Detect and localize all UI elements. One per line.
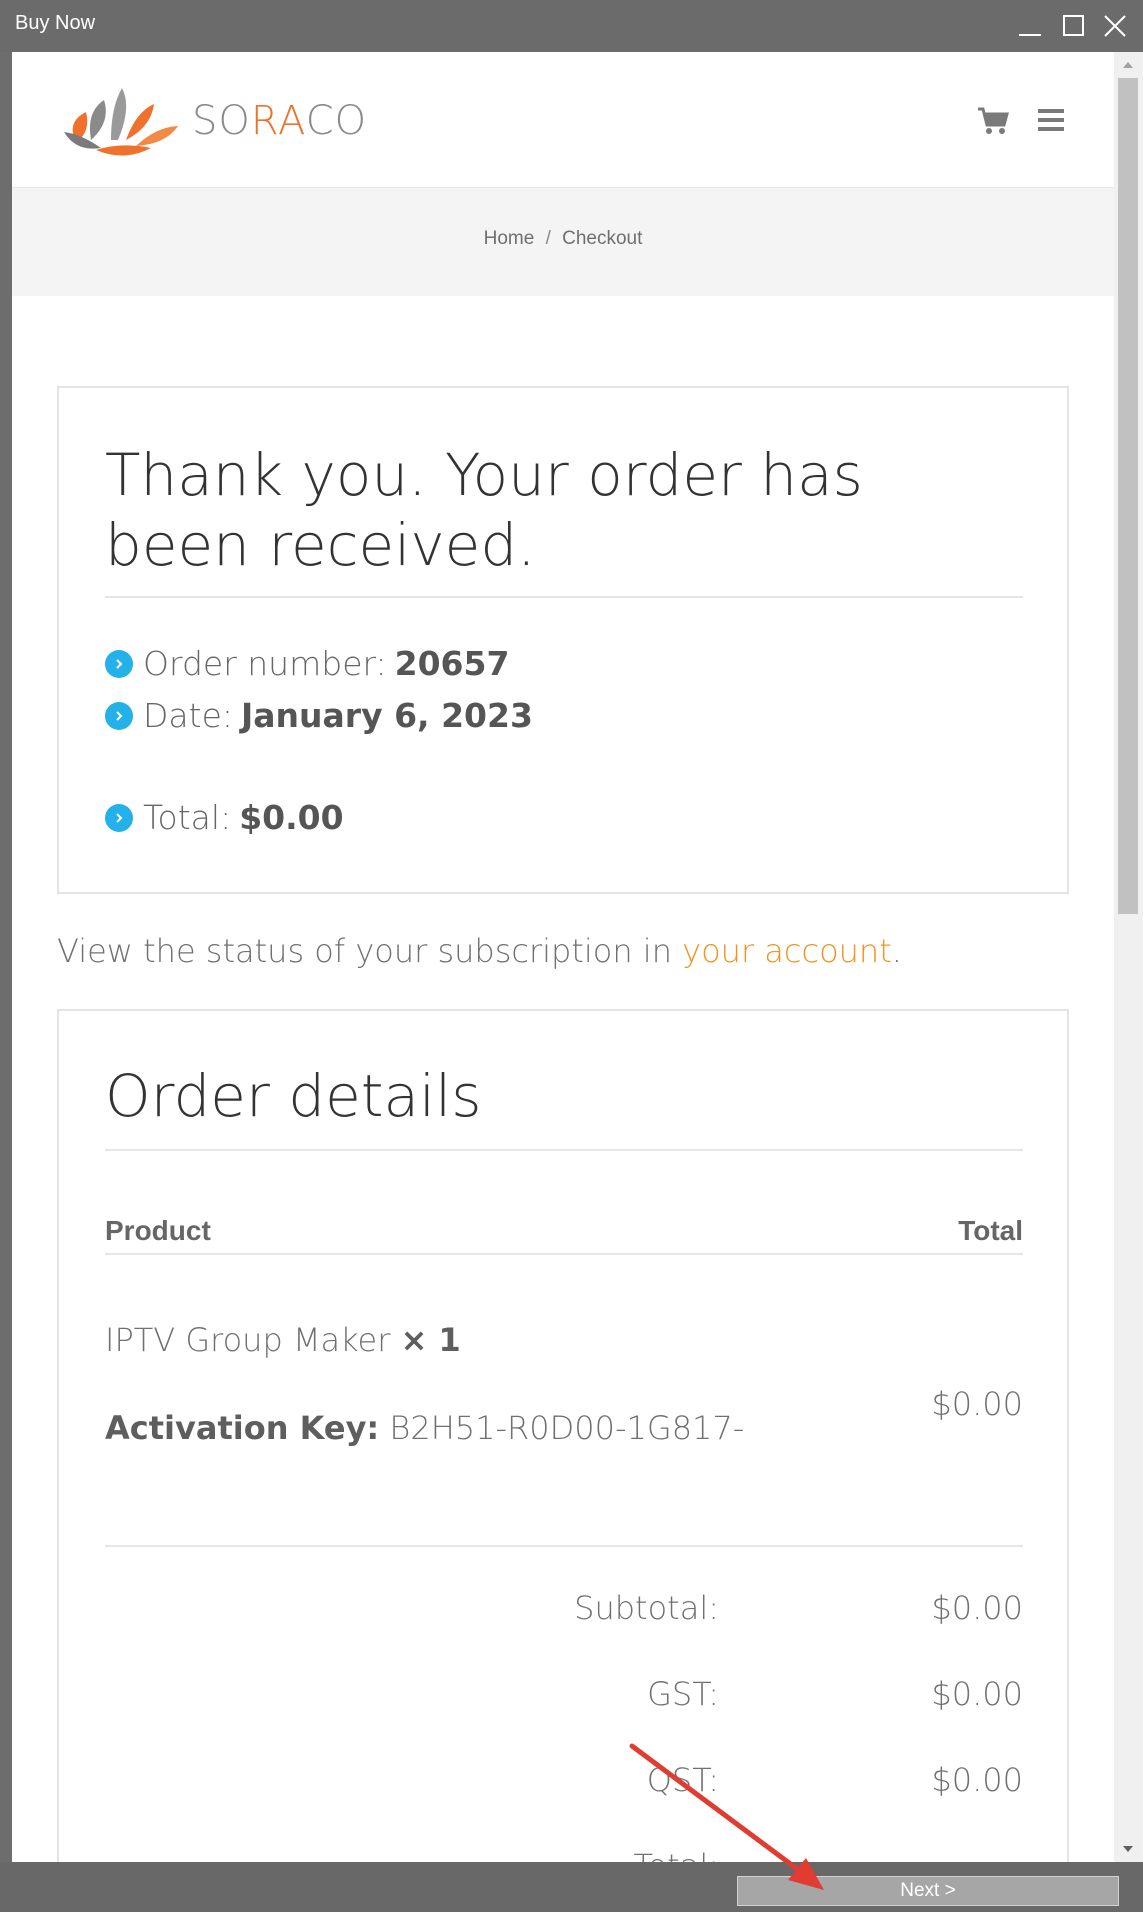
order-date: January 6, 2023: [241, 696, 533, 735]
subtotal-value: $0.00: [931, 1589, 1023, 1627]
total-column-header: Total: [958, 1215, 1023, 1246]
breadcrumb-home-link[interactable]: Home: [484, 228, 535, 249]
gst-label: GST:: [647, 1675, 719, 1713]
order-details-heading: Order details: [105, 1062, 482, 1130]
cart-icon[interactable]: [976, 106, 1010, 136]
subtotal-label: Subtotal:: [574, 1589, 719, 1627]
hamburger-menu-icon[interactable]: [1036, 106, 1066, 134]
web-viewport: SORACO Home / Checkout Thank you. Your o…: [12, 52, 1114, 1862]
breadcrumb-separator: /: [545, 228, 551, 249]
scrollbar-thumb[interactable]: [1118, 78, 1138, 914]
activation-key-row: Activation Key: B2H51-R0D00-1G817-: [105, 1409, 745, 1447]
qst-value: $0.00: [931, 1761, 1023, 1799]
order-details-box: Order details Product Total IPTV Group M…: [57, 1009, 1069, 1862]
subscription-status-text: View the status of your subscription in …: [57, 932, 902, 970]
qst-label: QST:: [646, 1761, 719, 1799]
breadcrumb: Home / Checkout: [12, 228, 1114, 250]
site-header: SORACO: [12, 52, 1114, 188]
date-row: Date: January 6, 2023: [105, 696, 533, 735]
item-total: $0.00: [931, 1385, 1023, 1423]
window-titlebar: Buy Now: [0, 0, 1143, 52]
scroll-down-arrow-icon[interactable]: [1122, 1842, 1134, 1854]
order-confirmation-box: Thank you. Your order has been received.…: [57, 386, 1069, 894]
order-number: 20657: [394, 644, 510, 683]
divider: [105, 1149, 1023, 1151]
minimize-icon[interactable]: [1012, 8, 1048, 44]
total-row: Total: $0.00: [105, 798, 344, 837]
breadcrumb-current: Checkout: [562, 228, 643, 249]
product-quantity: × 1: [400, 1321, 461, 1359]
next-button[interactable]: Next >: [737, 1876, 1119, 1906]
product-item: IPTV Group Maker × 1: [105, 1321, 461, 1359]
thank-you-heading: Thank you. Your order has been received.: [105, 441, 863, 579]
divider: [105, 1253, 1023, 1255]
vertical-scrollbar[interactable]: [1114, 52, 1143, 1862]
divider: [105, 596, 1023, 598]
soraco-logo[interactable]: SORACO: [56, 82, 376, 162]
logo-wordmark: SORACO: [192, 98, 368, 144]
chevron-right-icon: [105, 701, 133, 730]
order-number-row: Order number: 20657: [105, 644, 509, 683]
window-title: Buy Now: [15, 12, 96, 34]
chevron-right-icon: [105, 803, 133, 832]
breadcrumb-bar: Home / Checkout: [12, 188, 1114, 296]
product-name-link[interactable]: IPTV Group Maker: [105, 1321, 390, 1359]
maximize-icon[interactable]: [1056, 8, 1092, 44]
chevron-right-icon: [105, 649, 133, 678]
scroll-up-arrow-icon[interactable]: [1122, 58, 1134, 70]
activation-key: B2H51-R0D00-1G817-: [389, 1409, 745, 1447]
divider: [105, 1545, 1023, 1547]
gst-value: $0.00: [931, 1675, 1023, 1713]
lotus-logo-icon: [64, 88, 178, 156]
product-column-header: Product: [105, 1215, 211, 1246]
total-label: Total:: [419, 1847, 719, 1862]
close-icon[interactable]: [1097, 8, 1133, 44]
your-account-link[interactable]: your account: [682, 932, 892, 970]
order-total: $0.00: [239, 798, 344, 837]
